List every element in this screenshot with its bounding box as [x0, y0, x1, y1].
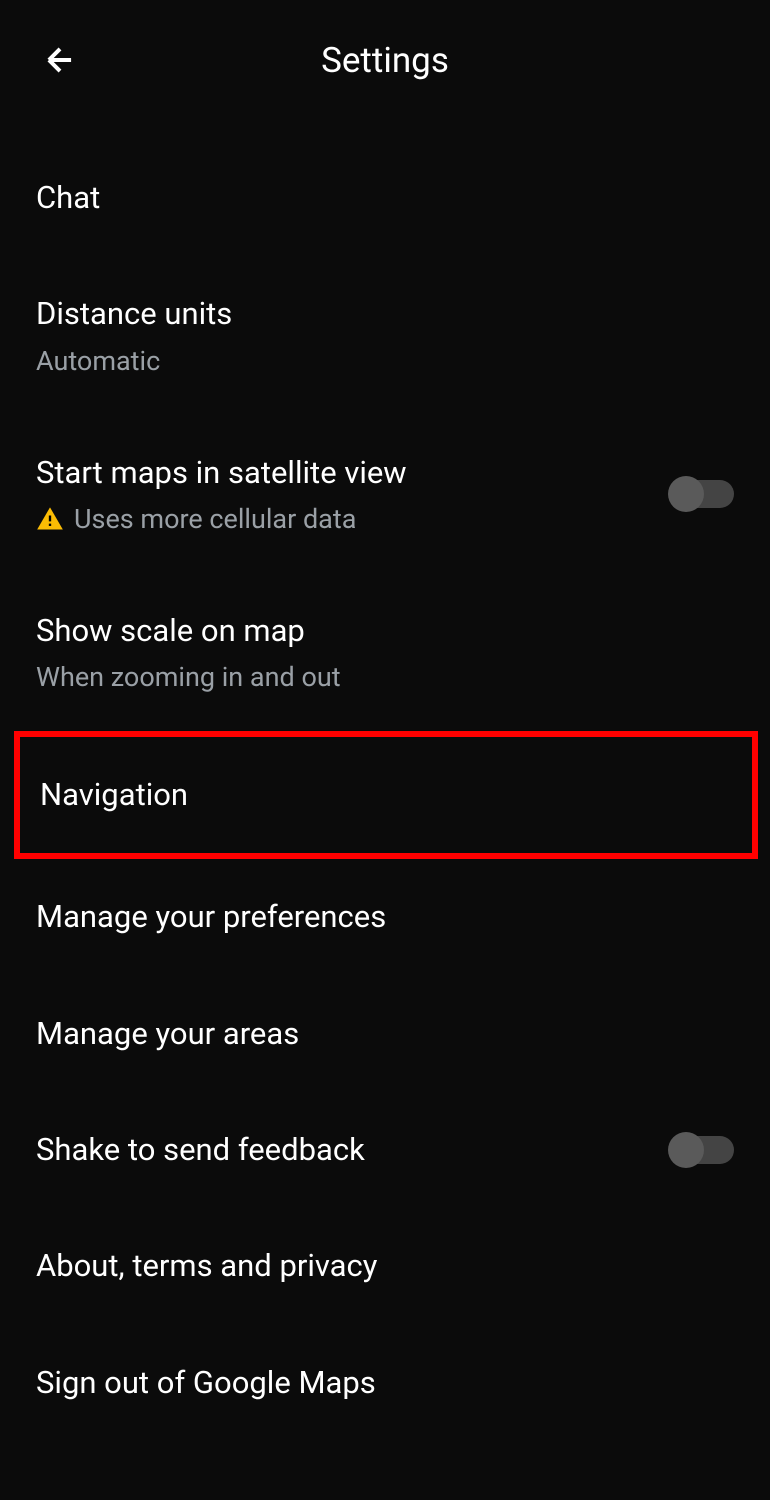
setting-manage-preferences[interactable]: Manage your preferences: [0, 859, 770, 975]
settings-list: Chat Distance units Automatic Start maps…: [0, 120, 770, 1461]
setting-satellite-view[interactable]: Start maps in satellite view Uses more c…: [0, 415, 770, 573]
shake-feedback-toggle[interactable]: [670, 1136, 734, 1164]
setting-title: Show scale on map: [36, 611, 734, 651]
satellite-view-toggle[interactable]: [670, 480, 734, 508]
setting-navigation[interactable]: Navigation: [14, 731, 758, 859]
setting-shake-feedback[interactable]: Shake to send feedback: [0, 1092, 770, 1208]
warning-icon: [36, 505, 64, 533]
setting-subtitle: Automatic: [36, 345, 734, 377]
setting-manage-areas[interactable]: Manage your areas: [0, 976, 770, 1092]
setting-title: Manage your areas: [36, 1014, 734, 1054]
setting-title: Chat: [36, 178, 734, 218]
toggle-knob: [668, 1132, 704, 1168]
setting-scale-on-map[interactable]: Show scale on map When zooming in and ou…: [0, 573, 770, 731]
setting-title: About, terms and privacy: [36, 1246, 734, 1286]
setting-title: Distance units: [36, 294, 734, 334]
setting-title: Sign out of Google Maps: [36, 1363, 734, 1403]
setting-title: Shake to send feedback: [36, 1130, 670, 1170]
setting-title: Manage your preferences: [36, 897, 734, 937]
setting-subtitle-text: Uses more cellular data: [74, 503, 356, 535]
setting-about[interactable]: About, terms and privacy: [0, 1208, 770, 1324]
header: Settings: [0, 0, 770, 120]
setting-chat[interactable]: Chat: [0, 140, 770, 256]
setting-subtitle: Uses more cellular data: [36, 503, 670, 535]
toggle-knob: [668, 476, 704, 512]
setting-distance-units[interactable]: Distance units Automatic: [0, 256, 770, 414]
setting-title: Navigation: [40, 775, 732, 815]
setting-sign-out[interactable]: Sign out of Google Maps: [0, 1325, 770, 1441]
setting-title: Start maps in satellite view: [36, 453, 670, 493]
page-title: Settings: [40, 40, 730, 81]
setting-subtitle: When zooming in and out: [36, 661, 734, 693]
